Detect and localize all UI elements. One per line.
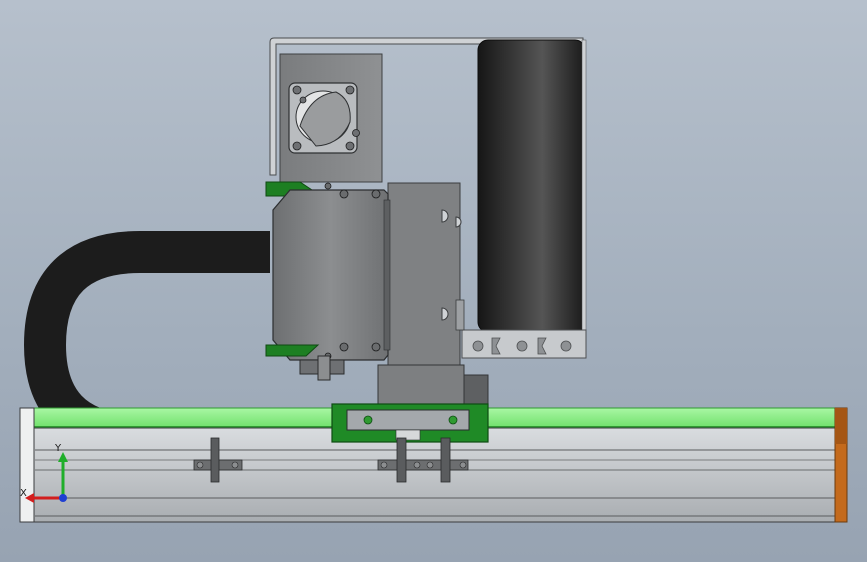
vertical-column — [387, 182, 465, 366]
sensor-connector — [299, 355, 345, 381]
drum-wheel — [477, 39, 587, 333]
motor-flange — [288, 82, 360, 154]
rail-carriage — [331, 403, 489, 443]
triad-y-label: Y — [54, 443, 62, 454]
xyz-axis-triad-icon — [59, 494, 67, 502]
carriage-riser — [377, 364, 489, 408]
aluminium-profile — [461, 329, 587, 359]
servo-motor-body — [272, 182, 391, 361]
cad-viewport[interactable]: Y X — [0, 0, 867, 562]
triad-x-label: X — [20, 488, 27, 499]
